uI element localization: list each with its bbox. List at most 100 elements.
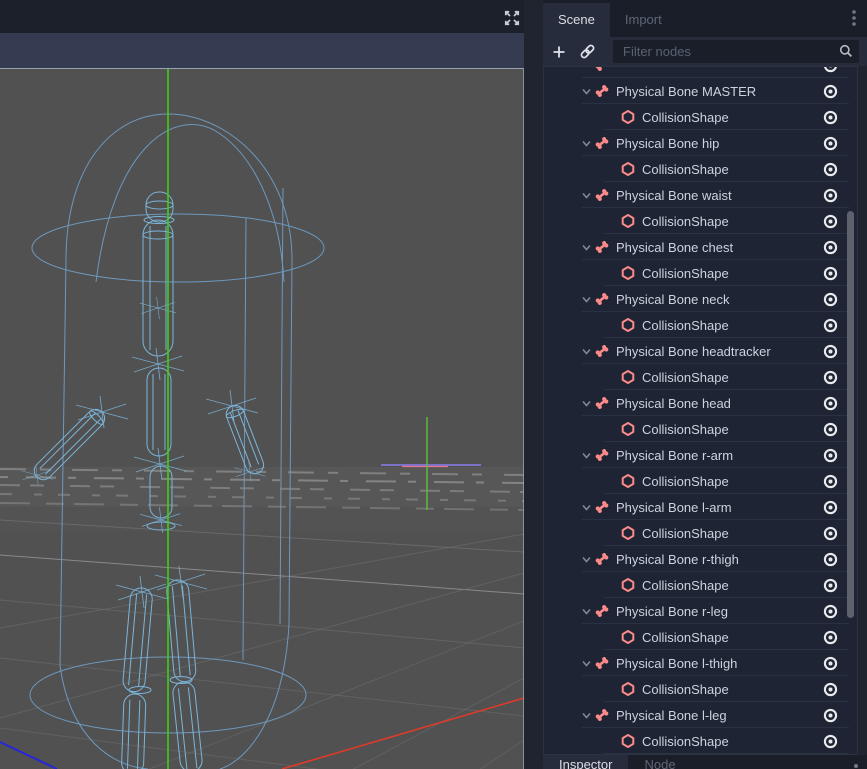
- visibility-toggle[interactable]: [822, 473, 839, 490]
- add-node-button[interactable]: [547, 40, 571, 64]
- tree-row[interactable]: Physical Bone r-thigh: [544, 546, 857, 572]
- tree-scrollbar[interactable]: [847, 211, 854, 618]
- tree-row[interactable]: Physical Bone waist: [544, 182, 857, 208]
- node-label: Physical Bone neck: [616, 292, 822, 307]
- visibility-toggle[interactable]: [822, 213, 839, 230]
- tree-row[interactable]: CollisionShape: [544, 416, 857, 442]
- tree-row[interactable]: Physical Bone l-leg: [544, 702, 857, 728]
- collapse-chevron-icon[interactable]: [580, 449, 593, 462]
- expand-viewport-button[interactable]: [503, 9, 521, 27]
- tree-row[interactable]: Physical Bone r-arm: [544, 442, 857, 468]
- tree-row[interactable]: Physical Bone hip: [544, 130, 857, 156]
- tree-row[interactable]: [544, 66, 857, 78]
- collision-shape-icon: [620, 109, 636, 125]
- filter-nodes-field: [613, 40, 859, 63]
- tree-row[interactable]: Physical Bone chest: [544, 234, 857, 260]
- visibility-toggle[interactable]: [822, 135, 839, 152]
- tree-row[interactable]: Physical Bone head: [544, 390, 857, 416]
- collision-shape-icon: [620, 577, 636, 593]
- visibility-toggle[interactable]: [822, 109, 839, 126]
- visibility-toggle[interactable]: [822, 733, 839, 750]
- visibility-toggle[interactable]: [822, 291, 839, 308]
- visibility-toggle[interactable]: [822, 265, 839, 282]
- tree-row[interactable]: CollisionShape: [544, 104, 857, 130]
- collapse-chevron-icon[interactable]: [580, 345, 593, 358]
- collision-shape-icon: [620, 473, 636, 489]
- tree-row[interactable]: Physical Bone l-thigh: [544, 650, 857, 676]
- visibility-toggle[interactable]: [822, 681, 839, 698]
- godot-editor: Scene Import: [0, 0, 867, 769]
- tree-row[interactable]: Physical Bone r-leg: [544, 598, 857, 624]
- visibility-toggle[interactable]: [822, 187, 839, 204]
- tree-row[interactable]: Physical Bone headtracker: [544, 338, 857, 364]
- collapse-chevron-icon[interactable]: [580, 553, 593, 566]
- viewport-column: [0, 0, 524, 769]
- visibility-toggle[interactable]: [822, 369, 839, 386]
- visibility-toggle[interactable]: [822, 551, 839, 568]
- viewport-3d[interactable]: [0, 68, 524, 769]
- node-label: Physical Bone waist: [616, 188, 822, 203]
- collision-shape-icon: [620, 525, 636, 541]
- visibility-toggle[interactable]: [822, 239, 839, 256]
- visibility-toggle[interactable]: [822, 317, 839, 334]
- tree-row[interactable]: CollisionShape: [544, 520, 857, 546]
- visibility-toggle[interactable]: [822, 83, 839, 100]
- tab-inspector[interactable]: Inspector: [543, 755, 628, 769]
- tree-row[interactable]: CollisionShape: [544, 572, 857, 598]
- visibility-toggle[interactable]: [822, 499, 839, 516]
- collapse-chevron-icon[interactable]: [580, 293, 593, 306]
- node-label: Physical Bone r-thigh: [616, 552, 822, 567]
- filter-nodes-input[interactable]: [613, 40, 859, 63]
- visibility-toggle[interactable]: [822, 577, 839, 594]
- tree-row[interactable]: CollisionShape: [544, 468, 857, 494]
- collapse-chevron-icon[interactable]: [580, 137, 593, 150]
- visibility-toggle[interactable]: [822, 629, 839, 646]
- tab-scene[interactable]: Scene: [543, 3, 610, 37]
- dock-separator[interactable]: [524, 33, 543, 769]
- visibility-toggle[interactable]: [822, 421, 839, 438]
- tree-row[interactable]: CollisionShape: [544, 208, 857, 234]
- tree-row[interactable]: CollisionShape: [544, 364, 857, 390]
- collapse-chevron-icon[interactable]: [580, 657, 593, 670]
- tree-row[interactable]: CollisionShape: [544, 624, 857, 650]
- node-label: CollisionShape: [642, 162, 822, 177]
- physical-bone-icon: [594, 551, 610, 567]
- collapse-chevron-icon[interactable]: [580, 709, 593, 722]
- visibility-toggle[interactable]: [822, 655, 839, 672]
- visibility-toggle[interactable]: [822, 525, 839, 542]
- instance-scene-button[interactable]: [575, 40, 599, 64]
- visibility-toggle[interactable]: [822, 66, 839, 74]
- visibility-toggle[interactable]: [822, 395, 839, 412]
- visibility-toggle[interactable]: [822, 707, 839, 724]
- scene-dock: Scene Import: [543, 0, 867, 769]
- collapse-chevron-icon[interactable]: [580, 189, 593, 202]
- tree-row[interactable]: Physical Bone neck: [544, 286, 857, 312]
- node-label: CollisionShape: [642, 734, 822, 749]
- bottom-dock-menu-icon[interactable]: [854, 764, 858, 768]
- tree-row[interactable]: CollisionShape: [544, 728, 857, 754]
- collapse-chevron-icon[interactable]: [580, 397, 593, 410]
- visibility-toggle[interactable]: [822, 603, 839, 620]
- node-label: CollisionShape: [642, 318, 822, 333]
- node-label: Physical Bone l-arm: [616, 500, 822, 515]
- visibility-toggle[interactable]: [822, 447, 839, 464]
- visibility-toggle[interactable]: [822, 161, 839, 178]
- tree-row[interactable]: CollisionShape: [544, 676, 857, 702]
- dock-menu-button[interactable]: [847, 9, 861, 29]
- tree-row[interactable]: Physical Bone l-arm: [544, 494, 857, 520]
- tab-import[interactable]: Import: [610, 3, 677, 37]
- collapse-chevron-icon[interactable]: [580, 85, 593, 98]
- collapse-chevron-icon[interactable]: [580, 241, 593, 254]
- tree-row[interactable]: CollisionShape: [544, 260, 857, 286]
- tree-row[interactable]: CollisionShape: [544, 312, 857, 338]
- dock-tab-bar: Scene Import: [543, 0, 867, 37]
- collapse-chevron-icon[interactable]: [580, 501, 593, 514]
- bottom-dock-tabs: Inspector Node: [543, 755, 867, 769]
- node-label: CollisionShape: [642, 474, 822, 489]
- physical-bone-icon: [594, 66, 610, 73]
- tab-node[interactable]: Node: [628, 755, 691, 769]
- collapse-chevron-icon[interactable]: [580, 605, 593, 618]
- tree-row[interactable]: CollisionShape: [544, 156, 857, 182]
- visibility-toggle[interactable]: [822, 343, 839, 360]
- tree-row[interactable]: Physical Bone MASTER: [544, 78, 857, 104]
